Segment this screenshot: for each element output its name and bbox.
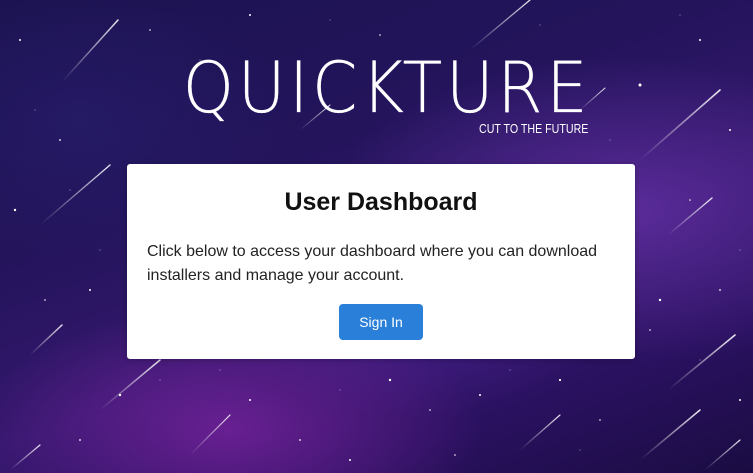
brand-tagline: CUT TO THE FUTURE [478,121,588,136]
brand-logo: QUICKTURE CUT TO THE FUTURE [168,52,590,142]
dashboard-card: User Dashboard Click below to access you… [127,164,635,359]
sign-in-button[interactable]: Sign In [339,304,423,340]
button-row: Sign In [147,304,615,340]
card-title: User Dashboard [284,188,478,216]
card-description: Click below to access your dashboard whe… [147,243,598,284]
brand-logo-title: QUICKTURE [182,47,592,129]
